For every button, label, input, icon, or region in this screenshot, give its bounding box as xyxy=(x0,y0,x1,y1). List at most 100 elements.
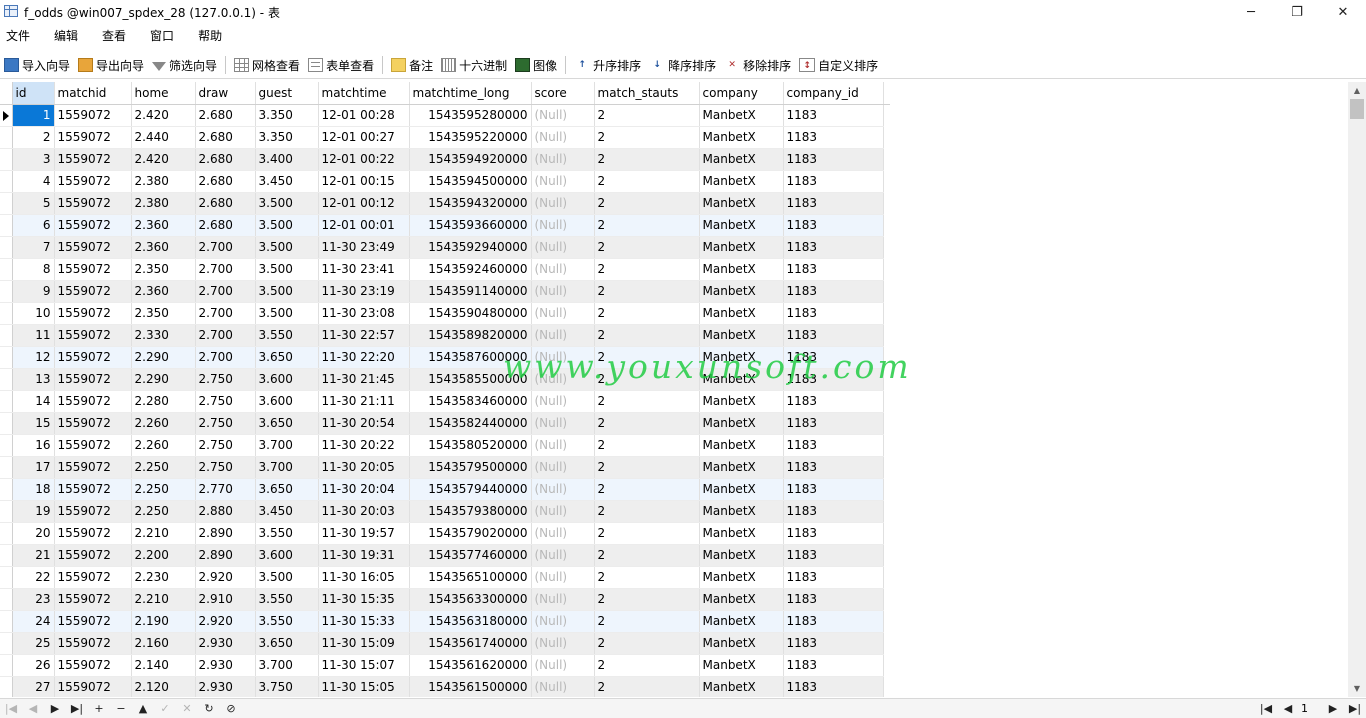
table-cell-draw[interactable]: 2.880 xyxy=(195,500,256,523)
table-row[interactable]: 7 1559072 2.360 2.700 3.500 11-30 23:49 154359… xyxy=(0,236,890,259)
sort-asc-button[interactable]: ↑ 升序排序 xyxy=(570,53,645,77)
table-cell-id[interactable]: 25 xyxy=(12,632,55,655)
table-cell-id[interactable]: 14 xyxy=(12,390,55,413)
table-cell-matchid[interactable]: 1559072 xyxy=(54,434,132,457)
table-cell-home[interactable]: 2.230 xyxy=(131,566,196,589)
table-cell-match-stauts[interactable]: 2 xyxy=(594,104,700,127)
table-cell-match-stauts[interactable]: 2 xyxy=(594,236,700,259)
table-cell-score[interactable]: (Null) xyxy=(531,258,595,281)
add-record-icon[interactable]: + xyxy=(88,699,110,718)
table-cell-draw[interactable]: 2.680 xyxy=(195,214,256,237)
table-cell-matchid[interactable]: 1559072 xyxy=(54,478,132,501)
table-cell-matchtime[interactable]: 11-30 20:04 xyxy=(318,478,410,501)
table-cell-matchid[interactable]: 1559072 xyxy=(54,544,132,567)
table-cell-score[interactable]: (Null) xyxy=(531,478,595,501)
table-cell-draw[interactable]: 2.700 xyxy=(195,346,256,369)
table-cell-score[interactable]: (Null) xyxy=(531,412,595,435)
table-cell-draw[interactable]: 2.680 xyxy=(195,192,256,215)
table-cell-match-stauts[interactable]: 2 xyxy=(594,126,700,149)
table-cell-guest[interactable]: 3.500 xyxy=(255,302,319,325)
table-cell-score[interactable]: (Null) xyxy=(531,368,595,391)
table-cell-id[interactable]: 3 xyxy=(12,148,55,171)
table-cell-match-stauts[interactable]: 2 xyxy=(594,676,700,697)
table-cell-matchid[interactable]: 1559072 xyxy=(54,368,132,391)
delete-record-icon[interactable]: − xyxy=(110,699,132,718)
table-cell-matchtime[interactable]: 11-30 15:07 xyxy=(318,654,410,677)
table-cell-company[interactable]: ManbetX xyxy=(699,676,784,697)
table-cell-match-stauts[interactable]: 2 xyxy=(594,280,700,303)
table-cell-home[interactable]: 2.210 xyxy=(131,588,196,611)
table-cell-matchtime-long[interactable]: 1543579500000 xyxy=(409,456,532,479)
table-cell-score[interactable]: (Null) xyxy=(531,148,595,171)
table-cell-match-stauts[interactable]: 2 xyxy=(594,478,700,501)
table-cell-company[interactable]: ManbetX xyxy=(699,170,784,193)
table-cell-matchtime[interactable]: 11-30 22:20 xyxy=(318,346,410,369)
table-cell-matchtime[interactable]: 11-30 16:05 xyxy=(318,566,410,589)
table-cell-matchtime-long[interactable]: 1543595280000 xyxy=(409,104,532,127)
next-page-icon[interactable]: ▶ xyxy=(1322,699,1344,718)
table-cell-matchid[interactable]: 1559072 xyxy=(54,346,132,369)
table-cell-id[interactable]: 13 xyxy=(12,368,55,391)
table-cell-matchtime[interactable]: 11-30 20:22 xyxy=(318,434,410,457)
table-cell-score[interactable]: (Null) xyxy=(531,610,595,633)
table-cell-matchid[interactable]: 1559072 xyxy=(54,676,132,697)
table-cell-draw[interactable]: 2.930 xyxy=(195,632,256,655)
table-row[interactable]: 10 1559072 2.350 2.700 3.500 11-30 23:08 15435… xyxy=(0,302,890,325)
table-cell-company[interactable]: ManbetX xyxy=(699,324,784,347)
table-cell-id[interactable]: 21 xyxy=(12,544,55,567)
row-indicator[interactable] xyxy=(0,368,13,391)
table-cell-match-stauts[interactable]: 2 xyxy=(594,368,700,391)
table-cell-match-stauts[interactable]: 2 xyxy=(594,258,700,281)
table-cell-company-id[interactable]: 1183 xyxy=(783,500,884,523)
table-cell-matchtime[interactable]: 12-01 00:01 xyxy=(318,214,410,237)
column-header-company[interactable]: company xyxy=(699,82,784,105)
table-row[interactable]: 18 1559072 2.250 2.770 3.650 11-30 20:04 15435… xyxy=(0,478,890,501)
table-cell-score[interactable]: (Null) xyxy=(531,126,595,149)
menu-file[interactable]: 文件 xyxy=(0,25,42,47)
table-cell-matchid[interactable]: 1559072 xyxy=(54,500,132,523)
table-cell-home[interactable]: 2.420 xyxy=(131,148,196,171)
table-cell-company-id[interactable]: 1183 xyxy=(783,610,884,633)
table-cell-draw[interactable]: 2.680 xyxy=(195,126,256,149)
table-cell-id[interactable]: 20 xyxy=(12,522,55,545)
column-header-company-id[interactable]: company_id xyxy=(783,82,884,105)
table-cell-home[interactable]: 2.380 xyxy=(131,170,196,193)
table-cell-draw[interactable]: 2.680 xyxy=(195,170,256,193)
table-cell-match-stauts[interactable]: 2 xyxy=(594,588,700,611)
table-cell-draw[interactable]: 2.700 xyxy=(195,258,256,281)
table-cell-company[interactable]: ManbetX xyxy=(699,214,784,237)
table-cell-id[interactable]: 5 xyxy=(12,192,55,215)
table-cell-matchid[interactable]: 1559072 xyxy=(54,610,132,633)
table-cell-draw[interactable]: 2.890 xyxy=(195,544,256,567)
table-cell-draw[interactable]: 2.680 xyxy=(195,104,256,127)
table-cell-guest[interactable]: 3.600 xyxy=(255,544,319,567)
table-cell-guest[interactable]: 3.350 xyxy=(255,126,319,149)
table-cell-match-stauts[interactable]: 2 xyxy=(594,214,700,237)
minimize-button[interactable]: ─ xyxy=(1228,0,1274,24)
table-cell-company[interactable]: ManbetX xyxy=(699,566,784,589)
table-cell-company[interactable]: ManbetX xyxy=(699,522,784,545)
table-cell-matchtime-long[interactable]: 1543561620000 xyxy=(409,654,532,677)
row-indicator[interactable] xyxy=(0,258,13,281)
table-cell-matchtime[interactable]: 12-01 00:15 xyxy=(318,170,410,193)
table-cell-matchtime-long[interactable]: 1543565100000 xyxy=(409,566,532,589)
table-cell-matchtime-long[interactable]: 1543585500000 xyxy=(409,368,532,391)
table-cell-match-stauts[interactable]: 2 xyxy=(594,654,700,677)
table-cell-company-id[interactable]: 1183 xyxy=(783,236,884,259)
table-cell-home[interactable]: 2.120 xyxy=(131,676,196,697)
table-cell-guest[interactable]: 3.400 xyxy=(255,148,319,171)
table-cell-guest[interactable]: 3.450 xyxy=(255,500,319,523)
table-cell-company-id[interactable]: 1183 xyxy=(783,676,884,697)
table-cell-matchtime-long[interactable]: 1543590480000 xyxy=(409,302,532,325)
table-cell-draw[interactable]: 2.700 xyxy=(195,302,256,325)
table-row[interactable]: 11 1559072 2.330 2.700 3.550 11-30 22:57 15435… xyxy=(0,324,890,347)
table-cell-score[interactable]: (Null) xyxy=(531,522,595,545)
table-cell-draw[interactable]: 2.920 xyxy=(195,610,256,633)
row-indicator[interactable] xyxy=(0,148,13,171)
table-cell-guest[interactable]: 3.350 xyxy=(255,104,319,127)
table-cell-company[interactable]: ManbetX xyxy=(699,632,784,655)
column-header-id[interactable]: id xyxy=(12,82,55,105)
table-cell-matchtime-long[interactable]: 1543577460000 xyxy=(409,544,532,567)
table-cell-draw[interactable]: 2.910 xyxy=(195,588,256,611)
table-row[interactable]: 5 1559072 2.380 2.680 3.500 12-01 00:12 154359… xyxy=(0,192,890,215)
